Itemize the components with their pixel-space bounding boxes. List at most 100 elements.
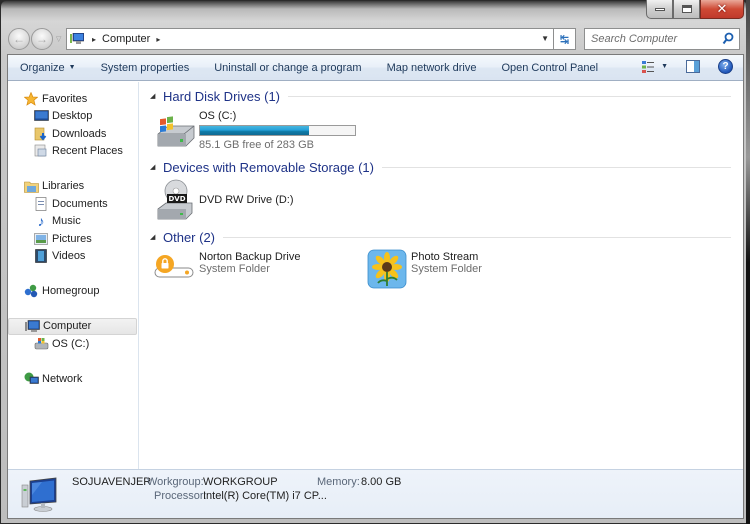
sidebar-label: Downloads [52,127,107,140]
open-control-panel-button[interactable]: Open Control Panel [501,62,598,74]
photo-stream-icon [367,249,407,289]
network-icon [23,372,39,386]
minimize-icon [654,7,665,11]
window-edge [746,0,750,524]
search-box[interactable] [584,28,740,50]
collapse-triangle-icon[interactable]: ◢ [150,92,158,100]
maximize-icon [681,5,692,13]
refresh-icon: ↹ [559,33,570,46]
chevron-down-icon: ▼ [68,64,76,71]
content-pane: ◢ Hard Disk Drives (1) OS (C:) 85.1 GB f… [140,82,743,470]
group-title: Other (2) [163,229,216,245]
sidebar-label: Videos [52,250,86,263]
sidebar-item-downloads[interactable]: Downloads [8,125,138,143]
item-type: System Folder [199,263,270,275]
command-bar: Organize ▼ System properties Uninstall or… [8,55,743,81]
drive-tile-os-c[interactable]: OS (C:) 85.1 GB free of 283 GB [154,108,743,151]
documents-icon [33,196,49,211]
organize-label: Organize [20,61,65,74]
sidebar-item-network[interactable]: Network [8,370,138,388]
view-options-dropdown[interactable]: ▼ [661,63,668,70]
group-divider [381,166,731,168]
address-dropdown-icon[interactable]: ▼ [541,34,549,43]
sidebar-item-documents[interactable]: Documents [8,195,138,213]
drive-name: OS (C:) [199,110,237,122]
sidebar-item-pictures[interactable]: Pictures [8,230,138,248]
sidebar-item-desktop[interactable]: Desktop [8,108,138,126]
refresh-button[interactable]: ↹ [554,28,576,50]
computer-icon [21,477,57,512]
memory-value: 8.00 GB [361,476,402,488]
processor-label: Processor: [154,490,207,502]
recent-pages-dropdown[interactable]: ▽ [56,35,64,43]
dvd-badge: DVD [168,195,185,203]
drive-usage-fill [200,126,309,135]
sidebar-label: Libraries [42,180,85,193]
caption-buttons: ✕ [646,0,744,19]
item-name: Norton Backup Drive [199,251,301,263]
navigation-bar: ← → ▽ ▸ Computer ▸ ▼ ↹ [8,27,740,51]
sidebar-item-favorites[interactable]: Favorites [8,90,138,108]
sidebar-item-videos[interactable]: Videos [8,248,138,266]
sidebar-item-os-c[interactable]: OS (C:) [8,335,138,353]
forward-arrow-icon: → [36,32,48,46]
workgroup-value: WORKGROUP [203,476,278,488]
preview-pane-icon[interactable] [686,60,700,73]
sidebar-label: Pictures [52,232,92,245]
minimize-button[interactable] [646,0,673,19]
back-button[interactable]: ← [8,28,30,50]
sidebar-label: Desktop [52,110,93,123]
libraries-icon [23,179,39,193]
sidebar-item-music[interactable]: ♪ Music [8,213,138,231]
drive-free-space: 85.1 GB free of 283 GB [199,139,314,151]
item-type: System Folder [411,263,482,275]
search-icon[interactable] [722,32,734,46]
hard-drive-icon [157,116,195,147]
maximize-button[interactable] [673,0,700,19]
search-input[interactable] [591,33,739,45]
group-title: Hard Disk Drives (1) [163,88,281,104]
videos-icon [33,249,49,264]
navigation-pane: Favorites Desktop Downloads Recent Place… [8,82,139,470]
explorer-client-area: Organize ▼ System properties Uninstall or… [7,54,744,519]
collapse-triangle-icon[interactable]: ◢ [150,233,158,241]
group-divider [223,236,731,238]
sidebar-label: Documents [52,197,108,210]
breadcrumb-separator[interactable]: ▸ [92,35,96,44]
forward-button[interactable]: → [31,28,53,50]
homegroup-icon [23,284,39,298]
item-norton-backup-drive[interactable]: Norton Backup Drive System Folder [154,249,366,291]
pictures-icon [33,232,49,246]
organize-button[interactable]: Organize ▼ [20,62,76,74]
map-network-drive-button[interactable]: Map network drive [387,62,477,74]
close-button[interactable]: ✕ [700,0,744,19]
address-bar[interactable]: ▸ Computer ▸ ▼ [66,28,554,50]
recent-places-icon [33,144,49,158]
sidebar-item-recent-places[interactable]: Recent Places [8,143,138,161]
hard-drive-icon [33,337,49,351]
collapse-triangle-icon[interactable]: ◢ [150,163,158,171]
group-header-removable-storage[interactable]: ◢ Devices with Removable Storage (1) [150,159,743,175]
close-icon: ✕ [716,1,728,17]
music-icon: ♪ [37,213,45,230]
breadcrumb-computer[interactable]: Computer [102,33,150,45]
sidebar-item-homegroup[interactable]: Homegroup [8,283,138,301]
group-title: Devices with Removable Storage (1) [163,159,374,175]
system-properties-button[interactable]: System properties [101,62,190,74]
group-divider [288,95,731,97]
uninstall-program-button[interactable]: Uninstall or change a program [214,62,361,74]
breadcrumb-separator[interactable]: ▸ [156,35,160,44]
sidebar-label: OS (C:) [52,337,90,350]
sidebar-label: Network [42,372,83,385]
computer-name: SOJUAVENJER [72,476,152,488]
star-icon [23,91,39,106]
back-arrow-icon: ← [13,32,25,46]
sidebar-item-libraries[interactable]: Libraries [8,178,138,196]
group-header-hard-disk-drives[interactable]: ◢ Hard Disk Drives (1) [150,88,743,104]
item-photo-stream[interactable]: Photo Stream System Folder [366,249,482,291]
drive-tile-dvd-d[interactable]: DVD DVD RW Drive (D:) [154,179,743,221]
change-view-icon[interactable] [641,60,655,74]
help-icon[interactable]: ? [718,59,733,74]
sidebar-item-computer[interactable]: Computer [8,317,137,335]
group-header-other[interactable]: ◢ Other (2) [150,229,743,245]
